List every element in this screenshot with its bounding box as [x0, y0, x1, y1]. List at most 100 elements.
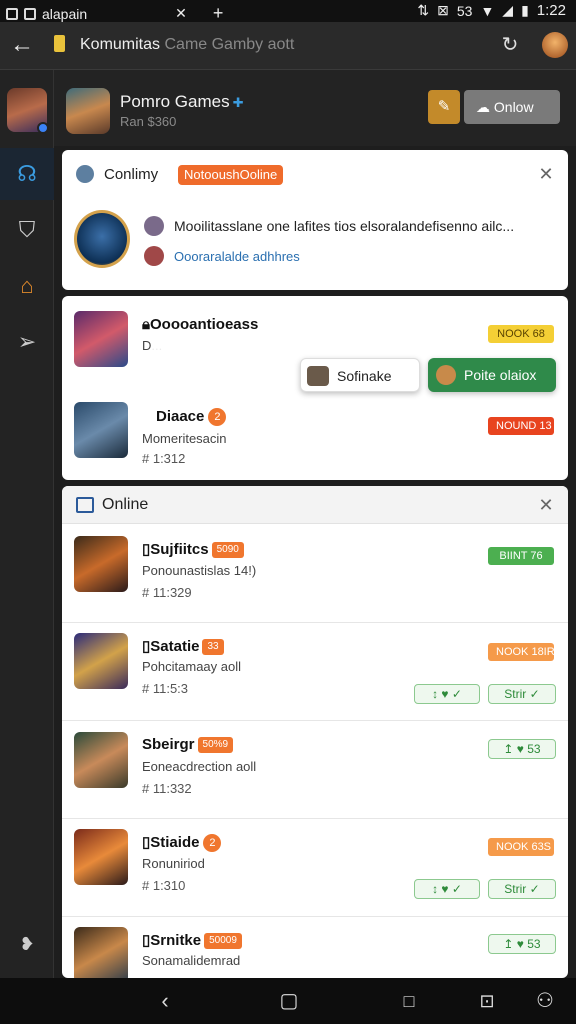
- sidebar-item-shield[interactable]: ⛉: [0, 204, 54, 256]
- online-button[interactable]: ☁ Onlow: [464, 90, 560, 124]
- player-avatar: [74, 732, 128, 788]
- player-avatar: [74, 311, 128, 367]
- url-main: Komumitas: [80, 36, 161, 53]
- nav-profile-icon[interactable]: ⚇: [530, 986, 560, 1016]
- signal-icon: ⇅: [417, 2, 430, 18]
- cell-icon: ◢: [502, 2, 514, 18]
- back-arrow-icon[interactable]: ←: [10, 32, 34, 58]
- battery-saver-text: 53: [456, 2, 473, 19]
- online-dot-icon: [37, 122, 49, 134]
- reaction-button[interactable]: ↕ ♥ ✓: [414, 879, 480, 899]
- status-app-label: alapain: [42, 5, 88, 22]
- url-dim: Came Gamby aott: [164, 36, 295, 53]
- player-badge: 33: [202, 639, 224, 655]
- status-bar: alapain ✕ + ⇅ ⊠ 53 ▼ ◢ ▮ 1:22: [0, 0, 576, 23]
- player-name-text: Stiaide: [150, 834, 200, 851]
- list-item[interactable]: ▯Sujfiitcs 5090 Ponounastislas 14!) # 11:…: [62, 525, 568, 623]
- nav-recents-icon[interactable]: □: [394, 986, 424, 1016]
- group-title-text: Pomro Games: [120, 92, 230, 111]
- plus-icon: +: [212, 3, 224, 23]
- url-field[interactable]: Komumitas Came Gamby aott: [80, 36, 294, 54]
- strir-button[interactable]: Strir ✓: [488, 684, 556, 704]
- popup-primary-label: Poite olaiox: [464, 367, 537, 383]
- community-card: Conlimy NotooushOoline ✕ Mooilitasslane …: [62, 150, 568, 290]
- player-avatar: [74, 536, 128, 592]
- player-name-text: Srnitke: [150, 932, 202, 949]
- gallery-icon: [24, 7, 36, 20]
- nfc-icon: ⊠: [437, 2, 449, 18]
- player-name: ▯Sujfiitcs 5090: [142, 540, 244, 558]
- reaction-button[interactable]: ↥ ♥ 53: [488, 934, 556, 954]
- mail-icon: [76, 497, 94, 513]
- shield-icon: ⛉: [18, 217, 36, 242]
- group-subtitle: Ran $360: [120, 114, 177, 129]
- popup-secondary-button[interactable]: Sofinake: [300, 358, 420, 392]
- online-card: Online ✕ ▯Sujfiitcs 5090 Ponounastislas 1…: [62, 486, 568, 978]
- player-avatar: [74, 633, 128, 689]
- player-badge: 5090: [211, 542, 244, 558]
- player-sub: Ronuniriod: [142, 856, 205, 871]
- avatar-icon: [436, 365, 456, 385]
- status-pill: NOUND 13: [488, 417, 554, 435]
- system-nav-bar: ‹ ▢ □ ⊡ ⚇: [0, 978, 576, 1024]
- nav-home-icon[interactable]: ▢: [274, 986, 304, 1016]
- player-sub: Ponounastislas 14!): [142, 563, 257, 578]
- community-link[interactable]: Oooraralalde adhhres: [174, 249, 300, 264]
- status-pill: NOOK 63S: [488, 838, 554, 856]
- sidebar-item-settings[interactable]: ❥: [0, 918, 54, 970]
- close-icon[interactable]: ✕: [536, 495, 556, 515]
- headset-icon: ☊: [17, 161, 37, 186]
- battery-icon: ▮: [521, 2, 529, 18]
- player-id: # 11:332: [142, 781, 192, 796]
- nav-back-icon[interactable]: ‹: [150, 986, 180, 1016]
- sidebar: ☊ ⛉ ⌂ ➢ ❥: [0, 70, 54, 978]
- close-icon[interactable]: ✕: [536, 164, 556, 184]
- status-pill: NOOK 18IR: [488, 643, 555, 661]
- sidebar-item-community[interactable]: ☊: [0, 148, 54, 200]
- community-avatar: [74, 210, 130, 268]
- community-icon: [76, 165, 94, 183]
- player-name: ▯Satatie 33: [142, 637, 224, 655]
- sidebar-item-store[interactable]: ⌂: [0, 260, 54, 312]
- player-badge: 2: [208, 408, 227, 426]
- reaction-button[interactable]: ↥ ♥ 53: [488, 739, 556, 759]
- sidebar-avatar[interactable]: [7, 88, 49, 134]
- requests-card: 🔒︎Ooooantioeass D... NOOK 68 Sofinake Po…: [62, 296, 568, 480]
- site-lock-icon[interactable]: [54, 35, 65, 52]
- player-name: Diaace 2: [156, 408, 227, 426]
- profile-avatar[interactable]: [542, 32, 568, 58]
- avatar-icon: [307, 366, 329, 386]
- player-name-text: Satatie: [150, 638, 200, 655]
- list-item[interactable]: ▯Satatie 33 Pohcitamaay aoll # 11:5:3 NOO…: [62, 623, 568, 721]
- group-avatar: [66, 88, 110, 134]
- reaction-button[interactable]: ↕ ♥ ✓: [414, 684, 480, 704]
- list-item[interactable]: ▯Stiaide 2 Ronuniriod # 1:310 NOOK 63S ↕ …: [62, 819, 568, 917]
- popup-secondary-label: Sofinake: [337, 368, 392, 384]
- player-name: Sbeirgr 50%9: [142, 736, 234, 753]
- list-item[interactable]: Sbeirgr 50%9 Eoneacdrection aoll # 11:332…: [62, 721, 568, 819]
- popup-primary-button[interactable]: Poite olaiox: [428, 358, 556, 392]
- player-name: ▯Srnitke 50009: [142, 931, 242, 949]
- list-item[interactable]: ▯Srnitke 50009 Sonamalidemrad ↥ ♥ 53: [62, 917, 568, 978]
- online-title: Online: [102, 496, 149, 513]
- reload-icon[interactable]: ↻: [498, 33, 522, 57]
- store-icon: ⌂: [20, 273, 34, 298]
- player-id: # 11:329: [142, 585, 192, 600]
- sidebar-item-send[interactable]: ➢: [0, 316, 54, 368]
- community-message: Mooilitasslane one lafites tios elsorala…: [174, 218, 515, 234]
- heart-gear-icon: ❥: [19, 933, 35, 954]
- community-badge: NotooushOoline: [178, 165, 284, 185]
- nav-assist-icon[interactable]: ⊡: [472, 986, 502, 1016]
- player-avatar: [74, 829, 128, 885]
- clock: 1:22: [536, 2, 566, 19]
- edit-button[interactable]: ✎: [428, 90, 460, 124]
- player-name: 🔒︎Ooooantioeass: [142, 316, 258, 333]
- status-pill: BIINT 76: [488, 547, 554, 565]
- wifi-icon: ▼: [480, 2, 495, 19]
- online-button-label: Onlow: [493, 99, 534, 115]
- strir-button[interactable]: Strir ✓: [488, 879, 556, 899]
- player-id: # 1:310: [142, 878, 186, 893]
- player-name-text: Diaace: [156, 408, 205, 425]
- player-id: # 1:312: [142, 451, 186, 466]
- community-title: Conlimy: [104, 166, 159, 183]
